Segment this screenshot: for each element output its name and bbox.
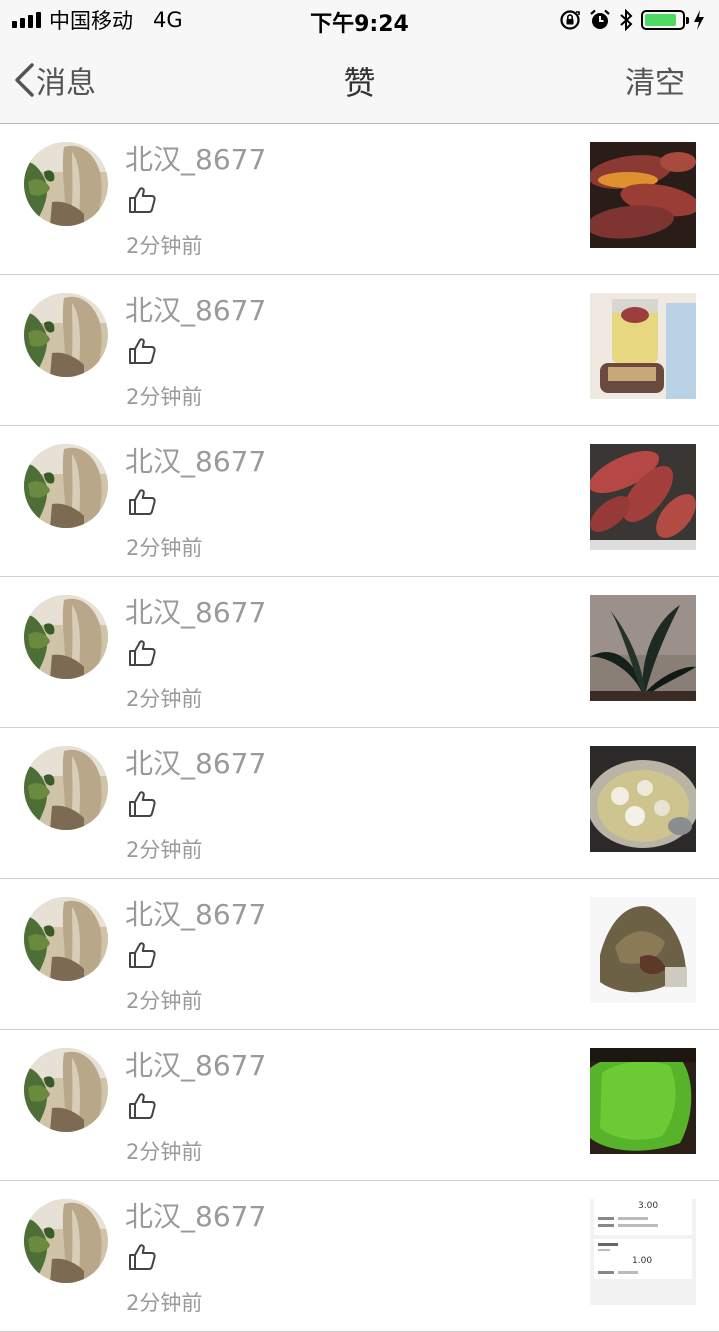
post-thumbnail-receipt-screenshot[interactable]: 3.00 1.00 bbox=[590, 1199, 696, 1305]
thumbs-up-icon bbox=[129, 489, 156, 515]
like-time: 2分钟前 bbox=[126, 536, 203, 560]
thumbs-up-icon bbox=[129, 1244, 156, 1270]
alarm-icon bbox=[590, 9, 610, 29]
thumbs-up-icon bbox=[129, 942, 156, 968]
list-item[interactable]: 北汉_8677 2分钟前 bbox=[0, 879, 719, 1030]
status-right bbox=[559, 8, 705, 32]
thumbs-up-icon bbox=[129, 640, 156, 666]
svg-text:1.00: 1.00 bbox=[632, 1256, 652, 1266]
battery-level bbox=[645, 14, 676, 26]
thumbs-up-icon bbox=[129, 791, 156, 817]
post-thumbnail-hot-pot[interactable] bbox=[590, 746, 696, 852]
user-name[interactable]: 北汉_8677 bbox=[125, 1195, 266, 1235]
likes-list: 北汉_8677 2分钟前 北汉_8677 2分钟前 北汉_8677 2分钟前 北… bbox=[0, 124, 719, 1332]
user-name[interactable]: 北汉_8677 bbox=[125, 440, 266, 480]
thumbs-up-icon bbox=[129, 187, 156, 213]
like-time: 2分钟前 bbox=[126, 838, 203, 862]
list-item[interactable]: 北汉_8677 2分钟前 bbox=[0, 728, 719, 879]
clear-button[interactable]: 清空 bbox=[625, 58, 685, 102]
charging-icon bbox=[694, 10, 704, 30]
status-bar: 中国移动 4G 下午9:24 bbox=[0, 0, 719, 40]
list-item[interactable]: 北汉_8677 2分钟前 3.00 1.00 bbox=[0, 1181, 719, 1332]
thumbs-up-icon bbox=[129, 1093, 156, 1119]
bluetooth-icon bbox=[620, 9, 633, 31]
post-thumbnail-rice-dumpling[interactable] bbox=[590, 897, 696, 1003]
avatar[interactable] bbox=[24, 142, 108, 226]
list-item[interactable]: 北汉_8677 2分钟前 bbox=[0, 577, 719, 728]
post-thumbnail-sweet-potatoes[interactable] bbox=[590, 444, 696, 550]
like-time: 2分钟前 bbox=[126, 385, 203, 409]
list-item[interactable]: 北汉_8677 2分钟前 bbox=[0, 1030, 719, 1181]
avatar[interactable] bbox=[24, 1048, 108, 1132]
avatar[interactable] bbox=[24, 746, 108, 830]
post-thumbnail-green-fruit[interactable] bbox=[590, 1048, 696, 1154]
orientation-lock-icon bbox=[560, 10, 580, 30]
thumbs-up-icon bbox=[129, 338, 156, 364]
post-thumbnail-green-plant[interactable] bbox=[590, 595, 696, 701]
like-time: 2分钟前 bbox=[126, 234, 203, 258]
like-time: 2分钟前 bbox=[126, 1140, 203, 1164]
post-thumbnail-sweet-potatoes-cooked[interactable] bbox=[590, 142, 696, 248]
user-name[interactable]: 北汉_8677 bbox=[125, 1044, 266, 1084]
avatar[interactable] bbox=[24, 1199, 108, 1283]
like-time: 2分钟前 bbox=[126, 687, 203, 711]
user-name[interactable]: 北汉_8677 bbox=[125, 742, 266, 782]
page-title: 赞 bbox=[343, 64, 376, 102]
like-time: 2分钟前 bbox=[126, 1291, 203, 1315]
list-item[interactable]: 北汉_8677 2分钟前 bbox=[0, 124, 719, 275]
user-name[interactable]: 北汉_8677 bbox=[125, 289, 266, 329]
battery-icon bbox=[641, 10, 689, 30]
like-time: 2分钟前 bbox=[126, 989, 203, 1013]
list-item[interactable]: 北汉_8677 2分钟前 bbox=[0, 426, 719, 577]
user-name[interactable]: 北汉_8677 bbox=[125, 893, 266, 933]
svg-text:3.00: 3.00 bbox=[638, 1201, 658, 1211]
avatar[interactable] bbox=[24, 897, 108, 981]
nav-bar: 消息 赞 清空 bbox=[0, 40, 719, 124]
avatar[interactable] bbox=[24, 293, 108, 377]
avatar[interactable] bbox=[24, 595, 108, 679]
user-name[interactable]: 北汉_8677 bbox=[125, 591, 266, 631]
list-item[interactable]: 北汉_8677 2分钟前 bbox=[0, 275, 719, 426]
avatar[interactable] bbox=[24, 444, 108, 528]
post-thumbnail-tea-pot[interactable] bbox=[590, 293, 696, 399]
user-name[interactable]: 北汉_8677 bbox=[125, 138, 266, 178]
